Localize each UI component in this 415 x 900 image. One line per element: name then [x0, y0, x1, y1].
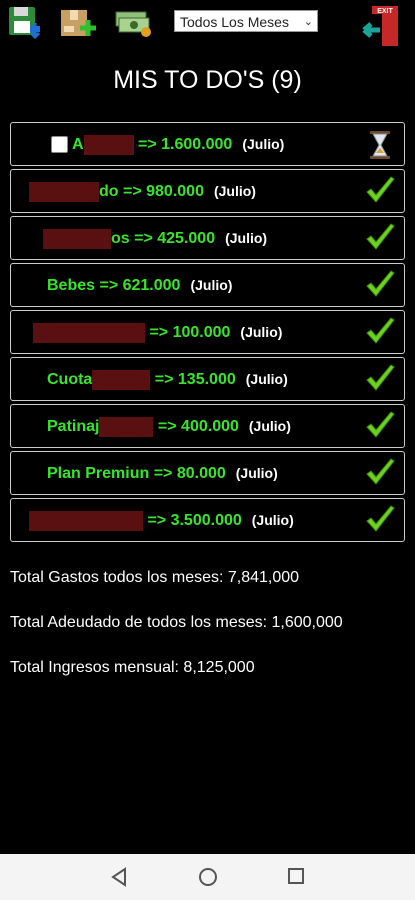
- checkmark-icon: [366, 317, 395, 344]
- redacted-block: [29, 181, 99, 202]
- totals-section: Total Gastos todos los meses: 7,841,000 …: [10, 567, 410, 702]
- month-select-value: Todos Los Meses: [180, 14, 289, 30]
- checkmark-icon: [366, 458, 395, 485]
- page-title: MIS TO DO'S (9): [113, 66, 302, 94]
- list-item[interactable]: do => 980.000 (Julio): [10, 169, 405, 213]
- list-item[interactable]: => 3.500.000 (Julio): [10, 498, 405, 542]
- item-text: Bebes => 621.000 (Julio): [47, 277, 233, 294]
- money-icon[interactable]: [114, 4, 152, 40]
- item-checkbox[interactable]: [51, 136, 68, 154]
- home-icon[interactable]: [198, 867, 218, 887]
- checkmark-icon: [366, 505, 395, 532]
- save-icon[interactable]: [6, 4, 44, 40]
- list-item[interactable]: Patinaj => 400.000 (Julio): [10, 404, 405, 448]
- total-ingresos: Total Ingresos mensual: 8,125,000: [10, 659, 255, 676]
- item-text: A => 1.600.000 (Julio): [51, 123, 284, 165]
- list-item[interactable]: os => 425.000 (Julio): [10, 216, 405, 260]
- recents-icon[interactable]: [287, 867, 305, 885]
- item-text: os => 425.000 (Julio): [43, 217, 267, 259]
- redacted-block: [33, 322, 145, 343]
- back-icon[interactable]: [110, 867, 128, 887]
- svg-text:EXIT: EXIT: [377, 8, 393, 15]
- total-adeudado: Total Adeudado de todos los meses: 1,600…: [10, 614, 343, 631]
- list-item[interactable]: Cuota => 135.000 (Julio): [10, 357, 405, 401]
- total-gastos: Total Gastos todos los meses: 7,841,000: [10, 569, 300, 586]
- toolbar: Todos Los Meses ⌄ EXIT: [0, 0, 415, 48]
- item-text: => 100.000 (Julio): [33, 311, 282, 353]
- item-text: Plan Premiun => 80.000 (Julio): [47, 465, 278, 482]
- redacted-block: [92, 369, 151, 390]
- hourglass-icon: [370, 131, 390, 159]
- todo-list: A => 1.600.000 (Julio) do => 980.000 (Juli…: [10, 122, 405, 545]
- redacted-block: [83, 134, 134, 155]
- android-nav-bar: [0, 854, 415, 900]
- checkmark-icon: [366, 176, 395, 203]
- item-text: => 3.500.000 (Julio): [29, 499, 294, 541]
- checkmark-icon: [366, 411, 395, 438]
- item-text: do => 980.000 (Julio): [29, 170, 256, 212]
- chevron-down-icon: ⌄: [303, 16, 313, 28]
- list-item[interactable]: Bebes => 621.000 (Julio): [10, 263, 405, 307]
- month-select[interactable]: Todos Los Meses ⌄: [174, 10, 318, 32]
- list-item[interactable]: A => 1.600.000 (Julio): [10, 122, 405, 166]
- checkmark-icon: [366, 364, 395, 391]
- checkmark-icon: [366, 223, 395, 250]
- list-item[interactable]: => 100.000 (Julio): [10, 310, 405, 354]
- item-text: Patinaj => 400.000 (Julio): [47, 416, 291, 437]
- redacted-block: [43, 228, 111, 249]
- redacted-block: [29, 510, 143, 531]
- checkmark-icon: [366, 270, 395, 297]
- redacted-block: [99, 416, 154, 437]
- item-text: Cuota => 135.000 (Julio): [47, 369, 288, 390]
- add-box-icon[interactable]: [58, 4, 96, 40]
- list-item[interactable]: Plan Premiun => 80.000 (Julio): [10, 451, 405, 495]
- exit-icon[interactable]: EXIT: [362, 4, 402, 48]
